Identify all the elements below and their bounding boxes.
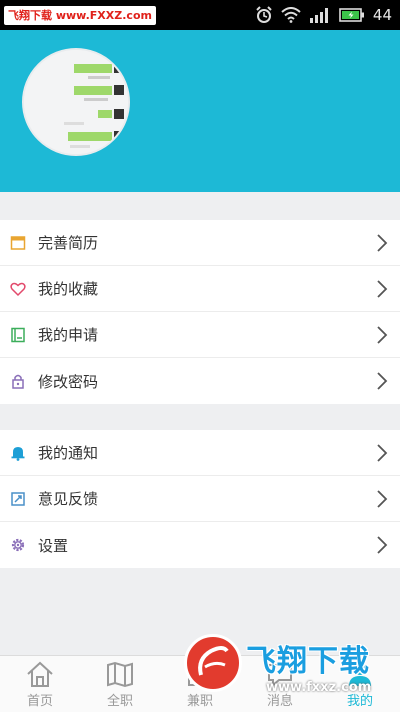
menu-item-applications[interactable]: 我的申请 — [0, 312, 400, 358]
menu-item-label: 我的通知 — [38, 444, 99, 462]
watermark-url: www.fxxz.com — [266, 680, 372, 695]
watermark-logo-icon — [184, 634, 242, 692]
menu-item-label: 完善简历 — [38, 234, 99, 252]
avatar-image — [24, 50, 128, 154]
chevron-right-icon — [377, 444, 388, 462]
tab-label: 首页 — [26, 694, 53, 709]
profile-header — [0, 30, 400, 192]
chevron-right-icon — [377, 490, 388, 508]
menu-item-settings[interactable]: 设置 — [0, 522, 400, 568]
watermark-text: 飞翔下载 — [246, 644, 370, 679]
menu-item-label: 我的收藏 — [38, 280, 99, 298]
feedback-icon — [10, 491, 26, 507]
chevron-right-icon — [377, 326, 388, 344]
status-icons: 44 — [255, 0, 392, 30]
status-bar: 飞翔下载 www.FXXZ.com 44 — [0, 0, 400, 30]
battery-icon — [339, 8, 364, 22]
avatar[interactable] — [22, 48, 130, 156]
bell-icon — [10, 445, 26, 461]
menu-group-account: 完善简历 我的收藏 我的申请 修改密码 — [0, 220, 400, 404]
battery-level: 44 — [372, 6, 392, 24]
chevron-right-icon — [377, 536, 388, 554]
menu-item-resume[interactable]: 完善简历 — [0, 220, 400, 266]
top-watermark: 飞翔下载 www.FXXZ.com — [4, 6, 156, 25]
menu-item-notifications[interactable]: 我的通知 — [0, 430, 400, 476]
chevron-right-icon — [377, 372, 388, 390]
map-icon — [107, 661, 133, 688]
home-icon — [27, 661, 53, 687]
tab-label: 全职 — [106, 694, 133, 709]
tab-home[interactable]: 首页 — [0, 656, 80, 712]
resume-icon — [10, 235, 26, 251]
gear-icon — [10, 537, 26, 553]
alarm-icon — [256, 6, 272, 23]
tab-fulltime[interactable]: 全职 — [80, 656, 160, 712]
lock-icon — [10, 373, 26, 389]
menu-item-change-password[interactable]: 修改密码 — [0, 358, 400, 404]
corner-watermark: 飞翔下载 www.fxxz.com — [182, 632, 400, 712]
chevron-right-icon — [377, 234, 388, 252]
application-icon — [10, 327, 26, 343]
menu-item-label: 我的申请 — [38, 326, 99, 344]
menu-group-system: 我的通知 意见反馈 设置 — [0, 430, 400, 568]
heart-icon — [10, 281, 26, 297]
menu-item-feedback[interactable]: 意见反馈 — [0, 476, 400, 522]
signal-icon — [309, 8, 328, 23]
menu-item-label: 修改密码 — [38, 372, 99, 391]
chevron-right-icon — [377, 280, 388, 298]
menu-item-favorites[interactable]: 我的收藏 — [0, 266, 400, 312]
menu-item-label: 设置 — [38, 536, 69, 555]
wifi-icon — [281, 7, 301, 23]
menu-item-label: 意见反馈 — [38, 490, 99, 508]
